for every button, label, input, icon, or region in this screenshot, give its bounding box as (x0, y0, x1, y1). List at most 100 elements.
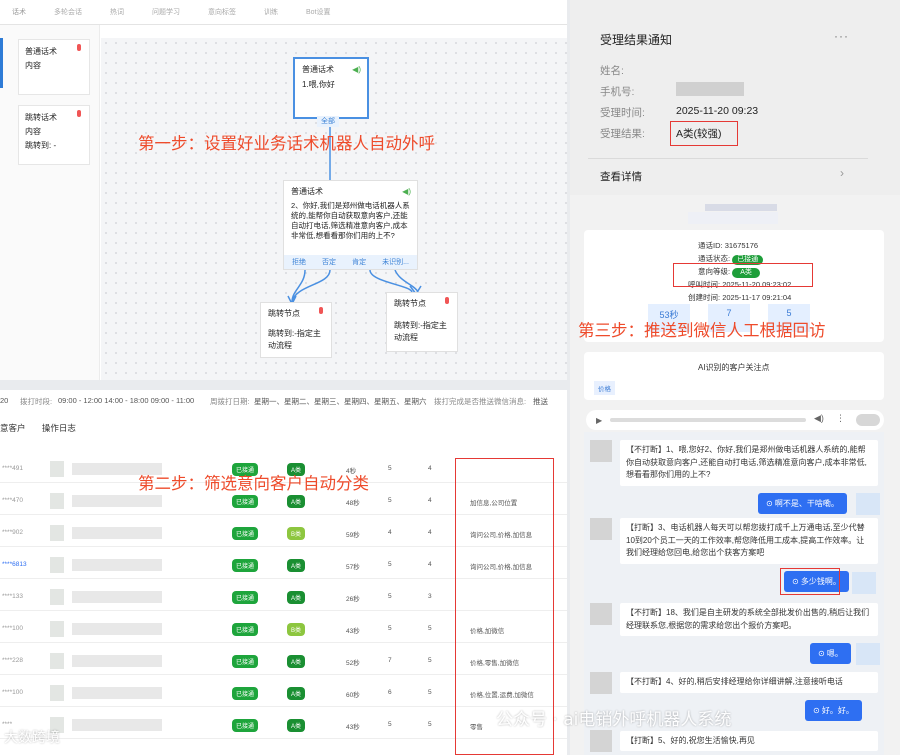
bot-avatar (590, 603, 612, 625)
push-label: 拨打完成是否推送微信消息: (434, 397, 527, 406)
time-value: 2025-11-20 09:23 (676, 105, 759, 117)
cell-phone[interactable]: ****6813 (2, 561, 27, 568)
time-label: 受理时间: (600, 107, 645, 119)
watermark-left: 大数跨境 (4, 729, 60, 745)
cell-duration: 52秒 (346, 660, 360, 667)
branch-reject[interactable]: 拒绝 (292, 257, 306, 268)
cell-call-status-badge: 已接通 (232, 527, 259, 540)
flow-node-pitch[interactable]: 普通话术 ◀) 2、你好,我们是郑州做电话机器人系统的,能帮你自动获取意向客户,… (283, 180, 418, 270)
cell-call-status-badge: 已接通 (232, 591, 259, 604)
cell-phone[interactable]: ****133 (2, 593, 23, 600)
more-vertical-icon[interactable]: ⋮ (836, 413, 845, 424)
speaker-icon: ◀) (402, 187, 411, 196)
task-settings-row: 20 拨打时段: 09:00 - 12:00 14:00 - 18:00 09:… (0, 396, 567, 410)
cell-count: 4 (428, 497, 432, 504)
cell-class-badge: A类 (287, 719, 306, 732)
branch-unrecognized[interactable]: 未识别... (382, 257, 409, 268)
cell-count: 4 (428, 529, 432, 536)
result-label: 受理结果: (600, 128, 645, 140)
branch-positive[interactable]: 肯定 (352, 257, 366, 268)
cell-rounds: 5 (388, 593, 392, 600)
result-highlight-box (670, 121, 738, 146)
cell-rounds: 5 (388, 465, 392, 472)
cell-blurred-id (50, 621, 64, 637)
user-avatar (856, 493, 880, 515)
cell-count: 3 (428, 593, 432, 600)
cell-blurred-id (50, 525, 64, 541)
cell-rounds: 5 (388, 561, 392, 568)
flow-node-jump-2[interactable]: 跳转节点 跳转到:-指定主动流程 (386, 292, 458, 352)
cell-count: 5 (428, 625, 432, 632)
cell-count: 5 (428, 689, 432, 696)
name-label: 姓名: (600, 65, 624, 77)
cell-duration: 57秒 (346, 564, 360, 571)
audio-progress-track[interactable] (610, 418, 806, 422)
cell-phone[interactable]: ****228 (2, 657, 23, 664)
play-icon[interactable]: ▶ (596, 416, 602, 425)
cell-class-badge: A类 (287, 495, 306, 508)
days-value: 星期一、星期二、星期三、星期四、星期五、星期六 (254, 397, 427, 406)
cell-blurred-id (50, 493, 64, 509)
cell-phone[interactable]: ****100 (2, 625, 23, 632)
cell-blurred-name (72, 559, 162, 571)
annotation-step1: 第一步：设置好业务话术机器人自动外呼 (138, 134, 435, 153)
phone-value-blurred (676, 82, 744, 96)
call-id-row: 通话ID: 31675176 (698, 240, 758, 251)
annotation-step3: 第三步：推送到微信人工根据回访 (578, 321, 826, 340)
cell-count: 4 (428, 465, 432, 472)
tab-operation-log[interactable]: 操作日志 (42, 423, 76, 433)
chat-user-message: ⊙ 好。好。 (805, 700, 862, 721)
chat-user-message: ⊙ 嗯。 (810, 643, 851, 664)
cell-blurred-id (50, 653, 64, 669)
chevron-right-icon[interactable]: › (840, 166, 844, 180)
view-details-link[interactable]: 查看详情 (600, 169, 642, 184)
focus-points-card (584, 352, 884, 400)
chat-bot-message: 【打断】3、电话机器人每天可以帮您拨打成千上万通电话,至少代替10到20个员工一… (620, 518, 878, 564)
cell-phone[interactable]: ****902 (2, 529, 23, 536)
node-branch-all[interactable]: 全部 (317, 116, 339, 127)
created-value: 2025-11-17 09:21:04 (722, 293, 792, 302)
cell-class-badge: A类 (287, 559, 306, 572)
cell-duration: 59秒 (346, 532, 360, 539)
mic-icon (445, 297, 449, 304)
playback-toggle[interactable] (856, 414, 880, 426)
cell-blurred-name (72, 655, 162, 667)
cell-blurred-name (72, 591, 162, 603)
cell-class-badge: B类 (287, 527, 306, 540)
cell-duration: 43秒 (346, 628, 360, 635)
chat-bot-message: 【不打断】18、我们是自主研发的系统全部批发价出售的,稍后让我们经理联系您,根据… (620, 603, 878, 636)
cell-blurred-id (50, 685, 64, 701)
intent-highlight-box (673, 263, 813, 287)
user-avatar (856, 643, 880, 665)
cell-rounds: 5 (388, 497, 392, 504)
settings-prefix: 20 (0, 396, 9, 405)
cell-phone[interactable]: ****100 (2, 689, 23, 696)
node-title: 跳转节点 (268, 309, 300, 318)
flow-node-greeting[interactable]: 普通话术 ◀) 1.喂,你好 全部 (293, 57, 369, 127)
node-text: 2、你好,我们是郑州做电话机器人系统的,能帮你自动获取意向客户,还能自动打电话,… (291, 201, 410, 240)
cell-duration: 43秒 (346, 724, 360, 731)
cell-count: 4 (428, 561, 432, 568)
cell-phone[interactable]: ****470 (2, 497, 23, 504)
cell-phone[interactable]: ****491 (2, 465, 23, 472)
cell-blurred-name (72, 623, 162, 635)
node-text: 跳转到:-指定主动流程 (268, 329, 321, 350)
node-title: 跳转节点 (394, 299, 426, 308)
cell-blurred-name (72, 719, 162, 731)
cell-call-status-badge: 已接通 (232, 623, 259, 636)
cell-blurred-name (72, 495, 162, 507)
cell-rounds: 4 (388, 529, 392, 536)
notification-title: 受理结果通知 (600, 33, 673, 47)
cell-call-status-badge: 已接通 (232, 719, 259, 732)
tab-intent-customers[interactable]: 意客户 (0, 423, 26, 433)
phone-label: 手机号: (600, 86, 635, 98)
node-branch-tags: 拒绝 否定 肯定 未识别... (284, 255, 417, 269)
flow-node-jump-1[interactable]: 跳转节点 跳转到:-指定主动流程 (260, 302, 332, 358)
more-icon[interactable]: ··· (834, 29, 849, 43)
branch-negative[interactable]: 否定 (322, 257, 336, 268)
divider (588, 158, 868, 159)
bot-avatar (590, 672, 612, 694)
speaker-icon: ◀) (352, 65, 361, 74)
chat-bot-message: 【不打断】1、喂,您好2、你好,我们是郑州做电话机器人系统的,能帮你自动获取意向… (620, 440, 878, 486)
volume-icon[interactable]: ◀) (814, 413, 824, 424)
